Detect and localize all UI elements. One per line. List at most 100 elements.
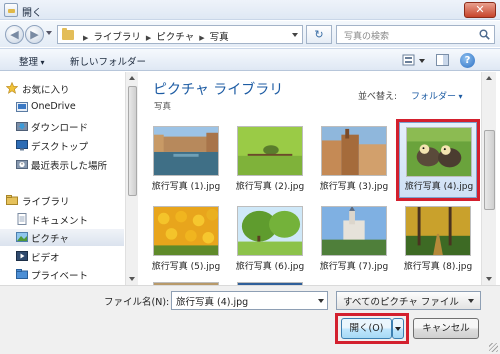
sidebar-item-label: デスクトップ: [31, 142, 89, 153]
sidebar-item-private[interactable]: プライベート: [0, 266, 124, 283]
file-type-filter[interactable]: すべてのピクチャ ファイル: [336, 291, 481, 310]
photo-thumbnail: [321, 206, 387, 256]
sidebar-item-recent-places[interactable]: 最近表示した場所: [0, 156, 124, 173]
sidebar-item-pictures[interactable]: ピクチャ: [0, 229, 124, 246]
sidebar-item-label: ダウンロード: [31, 123, 89, 134]
scroll-down-icon[interactable]: [129, 277, 135, 281]
title-bar: 開く ✕: [0, 0, 500, 20]
file-item[interactable]: 旅行写真 (8).jpg: [399, 202, 477, 278]
navigation-pane: お気に入り OneDrive ダウンロード デスクトップ 最近表示した場所 ライ…: [0, 72, 124, 285]
sidebar-item-label: ビデオ: [31, 253, 60, 264]
file-item[interactable]: [147, 278, 225, 285]
address-bar[interactable]: ▶ ライブラリ ▶ ピクチャ ▶ 写真: [57, 25, 303, 44]
recent-places-icon: [16, 160, 28, 169]
arrange-by-dropdown[interactable]: フォルダー: [411, 89, 463, 102]
library-subtitle: 写真: [154, 102, 172, 112]
sidebar-scrollbar[interactable]: [125, 72, 138, 285]
sidebar-item-label: ピクチャ: [31, 234, 69, 245]
organize-menu[interactable]: 整理: [19, 54, 45, 68]
window-title: 開く: [22, 8, 42, 19]
file-item[interactable]: 旅行写真 (3).jpg: [315, 122, 393, 198]
sidebar-item-onedrive[interactable]: OneDrive: [0, 99, 124, 116]
photo-thumbnail: [153, 206, 219, 256]
refresh-button[interactable]: ↻: [306, 25, 332, 44]
filename-input[interactable]: 旅行写真 (4).jpg: [171, 291, 328, 310]
breadcrumb-pictures[interactable]: ピクチャ: [156, 32, 194, 43]
pictures-icon: [16, 232, 28, 242]
sidebar-item-label: OneDrive: [31, 101, 76, 112]
sidebar-item-documents[interactable]: ドキュメント: [0, 211, 124, 228]
sidebar-item-label: プライベート: [31, 271, 89, 282]
search-placeholder: 写真の検索: [344, 32, 390, 42]
navigation-bar: ◀ ▶ ▶ ライブラリ ▶ ピクチャ ▶ 写真 ↻ 写真の検索: [0, 21, 500, 47]
open-options-dropdown[interactable]: [392, 318, 404, 339]
dialog-footer: ファイル名(N): 旅行写真 (4).jpg すべてのピクチャ ファイル 開く(…: [0, 285, 500, 354]
filename-dropdown-icon[interactable]: [318, 299, 324, 303]
sidebar-item-label: ドキュメント: [31, 216, 89, 227]
file-list-scrollbar[interactable]: [481, 72, 496, 285]
videos-icon: [16, 251, 28, 261]
sidebar-item-libraries[interactable]: ライブラリ: [0, 192, 124, 209]
view-options-icon[interactable]: [402, 54, 428, 67]
breadcrumb-libraries[interactable]: ライブラリ: [93, 32, 141, 43]
file-name: 旅行写真 (1).jpg: [151, 182, 221, 192]
search-input[interactable]: 写真の検索: [336, 25, 495, 44]
sidebar-item-label: お気に入り: [22, 85, 70, 96]
scroll-up-icon[interactable]: [486, 76, 492, 80]
filter-dropdown-icon[interactable]: [468, 299, 474, 303]
sidebar-item-desktop[interactable]: デスクトップ: [0, 137, 124, 154]
file-name: 旅行写真 (5).jpg: [151, 262, 221, 272]
breadcrumb: ▶ ライブラリ ▶ ピクチャ ▶ 写真: [78, 29, 229, 43]
scrollbar-thumb[interactable]: [484, 130, 495, 210]
file-item[interactable]: 旅行写真 (2).jpg: [231, 122, 309, 198]
open-button[interactable]: 開く(O): [341, 318, 392, 339]
file-name: 旅行写真 (8).jpg: [403, 262, 473, 272]
photo-thumbnail: [321, 126, 387, 176]
file-item[interactable]: 旅行写真 (1).jpg: [147, 122, 225, 198]
file-name: 旅行写真 (3).jpg: [319, 182, 389, 192]
chevron-right-icon[interactable]: ▶: [146, 34, 151, 42]
recent-pages-dropdown-icon[interactable]: [46, 31, 52, 35]
file-item[interactable]: 旅行写真 (5).jpg: [147, 202, 225, 278]
file-name: 旅行写真 (4).jpg: [404, 182, 474, 192]
scroll-up-icon[interactable]: [129, 76, 135, 80]
library-title: ピクチャ ライブラリ: [153, 82, 284, 98]
file-name: 旅行写真 (6).jpg: [235, 262, 305, 272]
documents-icon: [17, 213, 27, 225]
file-item[interactable]: 旅行写真 (7).jpg: [315, 202, 393, 278]
file-list-pane: ピクチャ ライブラリ 写真 並べ替え: フォルダー 旅行写真 (1).jpg 旅…: [139, 72, 480, 285]
file-item-selected[interactable]: 旅行写真 (4).jpg: [399, 122, 477, 198]
photo-thumbnail: [237, 206, 303, 256]
folder-icon: [62, 28, 74, 40]
sidebar-item-favorites[interactable]: お気に入り: [0, 80, 124, 97]
file-item[interactable]: 旅行写真 (6).jpg: [231, 202, 309, 278]
arrange-by-label: 並べ替え:: [358, 92, 398, 102]
dialog-icon: [4, 3, 18, 17]
file-item[interactable]: [231, 278, 309, 285]
new-folder-button[interactable]: 新しいフォルダー: [70, 54, 146, 68]
scrollbar-thumb[interactable]: [128, 86, 137, 196]
cancel-button[interactable]: キャンセル: [413, 318, 479, 339]
photo-thumbnail: [406, 127, 472, 177]
library-icon: [6, 195, 18, 205]
back-button[interactable]: ◀: [5, 25, 24, 44]
photo-thumbnail: [153, 126, 219, 176]
help-button[interactable]: ?: [460, 53, 475, 68]
resize-grip[interactable]: [489, 343, 498, 352]
filename-label: ファイル名(N):: [104, 297, 170, 308]
command-bar: 整理 新しいフォルダー ?: [0, 48, 500, 71]
sidebar-item-videos[interactable]: ビデオ: [0, 248, 124, 265]
desktop-icon: [16, 140, 28, 151]
breadcrumb-photos[interactable]: 写真: [210, 32, 229, 43]
search-icon: [479, 29, 490, 40]
photo-thumbnail: [237, 126, 303, 176]
forward-button[interactable]: ▶: [25, 25, 44, 44]
sidebar-item-downloads[interactable]: ダウンロード: [0, 118, 124, 135]
close-button[interactable]: ✕: [464, 2, 496, 18]
address-dropdown-icon[interactable]: [292, 33, 298, 37]
sidebar-item-label: ライブラリ: [22, 197, 70, 208]
scroll-down-icon[interactable]: [486, 277, 492, 281]
preview-pane-icon[interactable]: [436, 54, 449, 66]
chevron-right-icon[interactable]: ▶: [199, 34, 204, 42]
chevron-right-icon[interactable]: ▶: [83, 34, 88, 42]
